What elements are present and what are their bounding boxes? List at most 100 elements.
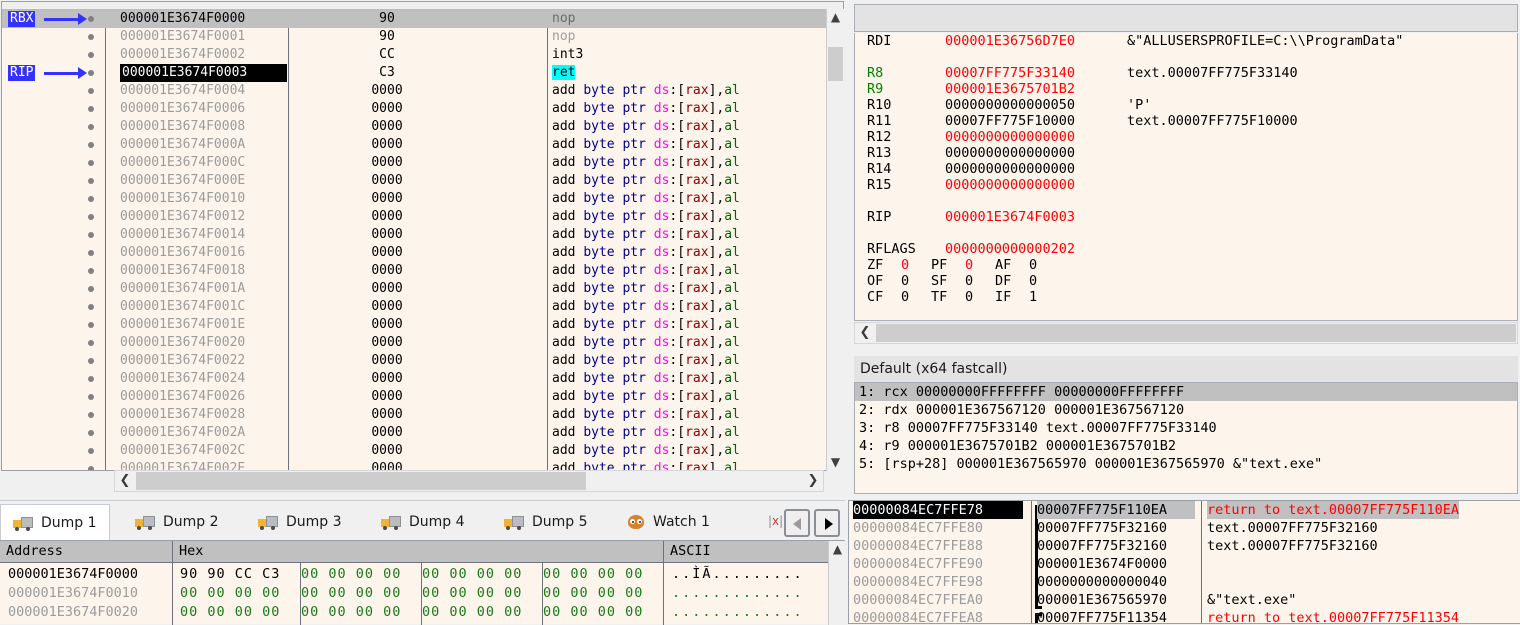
register-row-rip[interactable]: RIP 000001E3674F0003 bbox=[855, 209, 1517, 225]
dump-hex-group[interactable]: 00 00 00 00 bbox=[543, 584, 643, 603]
breakpoint-dot-icon[interactable] bbox=[88, 430, 94, 436]
disassembly-row[interactable]: 000001E3674F0022 0000 add byte ptr ds:[rax… bbox=[2, 352, 828, 370]
register-value[interactable]: 0000000000000050 bbox=[945, 97, 1075, 113]
argument-row[interactable]: 5: [rsp+28] 000001E367565970 000001E3675… bbox=[855, 455, 1517, 473]
register-row-r9[interactable]: R9 000001E3675701B2 bbox=[855, 81, 1517, 97]
stack-rows[interactable]: 00000084EC7FFE78 00007FF775F110EA return t… bbox=[849, 501, 1520, 623]
dump-hex-group[interactable]: 00 00 00 00 bbox=[543, 603, 643, 622]
dump-header-ascii[interactable]: ASCII bbox=[664, 541, 834, 562]
flag-row[interactable]: ZF 0 PF 0 AF 0 bbox=[855, 257, 1517, 273]
dump-tab-watch-1[interactable]: Watch 1 bbox=[615, 504, 722, 540]
dump-hex-group[interactable]: 00 00 00 00 bbox=[543, 565, 643, 584]
disassembly-row[interactable]: 000001E3674F0014 0000 add byte ptr ds:[rax… bbox=[2, 226, 828, 244]
argument-row[interactable]: 3: r8 00007FF775F33140 text.00007FF775F3… bbox=[855, 419, 1517, 437]
breakpoint-dot-icon[interactable] bbox=[88, 160, 94, 166]
argument-row[interactable]: 1: rcx 00000000FFFFFFFF 00000000FFFFFFFF bbox=[855, 383, 1517, 401]
stack-row[interactable]: 00000084EC7FFE80 00007FF775F32160 text.000… bbox=[849, 519, 1520, 537]
disassembly-row[interactable]: 000001E3674F000C 0000 add byte ptr ds:[rax… bbox=[2, 154, 828, 172]
breakpoint-dot-icon[interactable] bbox=[88, 376, 94, 382]
disassembly-row[interactable]: 000001E3674F0008 0000 add byte ptr ds:[rax… bbox=[2, 118, 828, 136]
dump-hex-group[interactable]: 00 00 00 00 bbox=[180, 603, 280, 622]
register-row-r12[interactable]: R12 0000000000000000 bbox=[855, 129, 1517, 145]
breakpoint-dot-icon[interactable] bbox=[88, 124, 94, 130]
rflags-row[interactable]: RFLAGS 0000000000000202 bbox=[855, 241, 1517, 257]
stack-row[interactable]: 00000084EC7FFE90 000001E3674F0000 bbox=[849, 555, 1520, 573]
disassembly-row[interactable]: 000001E3674F001C 0000 add byte ptr ds:[rax… bbox=[2, 298, 828, 316]
register-value[interactable]: 000001E3674F0003 bbox=[945, 209, 1075, 225]
disassembly-row[interactable]: 000001E3674F001E 0000 add byte ptr ds:[rax… bbox=[2, 316, 828, 334]
breakpoint-dot-icon[interactable] bbox=[88, 358, 94, 364]
breakpoint-dot-icon[interactable] bbox=[88, 466, 94, 470]
flag-value-of[interactable]: 0 bbox=[901, 273, 931, 289]
breakpoint-dot-icon[interactable] bbox=[88, 412, 94, 418]
stack-value[interactable]: 00007FF775F11354 bbox=[1037, 609, 1195, 623]
dump-rows[interactable]: 000001E3674F0000 90 90 CC C3 00 00 00 00 00… bbox=[0, 565, 828, 622]
disassembly-vscrollbar[interactable]: ▲ ▼ bbox=[826, 9, 844, 471]
stack-value[interactable]: 000001E367565970 bbox=[1037, 591, 1195, 609]
flag-row[interactable]: CF 0 TF 0 IF 1 bbox=[855, 289, 1517, 305]
breakpoint-dot-icon[interactable] bbox=[88, 268, 94, 274]
disassembly-row[interactable]: 000001E3674F0010 0000 add byte ptr ds:[rax… bbox=[2, 190, 828, 208]
dump-hex-byte-selected[interactable]: 90 bbox=[180, 566, 198, 582]
dump-vscrollbar[interactable]: ▲ bbox=[828, 541, 846, 625]
register-row-r11[interactable]: R11 00007FF775F10000 text.00007FF775F10000 bbox=[855, 113, 1517, 129]
dump-tab-dump-5[interactable]: Dump 5 bbox=[492, 504, 600, 540]
disassembly-row[interactable]: 000001E3674F002C 0000 add byte ptr ds:[rax… bbox=[2, 442, 828, 460]
stack-value[interactable]: 0000000000000040 bbox=[1037, 573, 1195, 591]
flag-value-df[interactable]: 0 bbox=[1029, 273, 1059, 289]
breakpoint-dot-icon[interactable] bbox=[88, 106, 94, 112]
disassembly-row[interactable]: 000001E3674F0026 0000 add byte ptr ds:[rax… bbox=[2, 388, 828, 406]
dump-tab-dump-2[interactable]: Dump 2 bbox=[123, 504, 231, 540]
scroll-right-icon[interactable]: ❯ bbox=[803, 471, 823, 491]
disassembly-row[interactable]: 000001E3674F0001 90 nop bbox=[2, 28, 828, 46]
disassembly-rows[interactable]: 000001E3674F0000 90 nop 000001E3674F0001 90 n… bbox=[2, 10, 828, 470]
dump-hex-group[interactable]: 00 00 00 00 bbox=[301, 565, 401, 584]
flag-value-cf[interactable]: 0 bbox=[901, 289, 931, 305]
breakpoint-dot-icon[interactable] bbox=[88, 250, 94, 256]
dump-row[interactable]: 000001E3674F0020 00 00 00 00 00 00 00 00 00… bbox=[0, 603, 828, 622]
breakpoint-dot-icon[interactable] bbox=[88, 52, 94, 58]
breakpoint-dot-icon[interactable] bbox=[88, 214, 94, 220]
scroll-left-icon[interactable]: ❮ bbox=[115, 471, 135, 491]
stack-row[interactable]: 00000084EC7FFEA0 000001E367565970 &"text.e… bbox=[849, 591, 1520, 609]
vscroll-thumb[interactable] bbox=[828, 47, 843, 81]
disassembly-row[interactable]: 000001E3674F0002 CC int3 bbox=[2, 46, 828, 64]
disassembly-hscrollbar[interactable]: ❮ ❯ bbox=[114, 470, 824, 492]
dump-hex-group[interactable]: 00 00 00 00 bbox=[422, 565, 522, 584]
dump-ascii[interactable]: ..ÌÃ......... bbox=[672, 565, 804, 584]
disassembly-row[interactable]: 000001E3674F0016 0000 add byte ptr ds:[rax… bbox=[2, 244, 828, 262]
dump-tab-dump-1[interactable]: Dump 1 bbox=[0, 504, 110, 540]
stack-value[interactable]: 00007FF775F32160 bbox=[1037, 519, 1195, 537]
dump-ascii[interactable]: ............. bbox=[672, 584, 804, 603]
flag-value-zf[interactable]: 0 bbox=[901, 257, 931, 273]
breakpoint-dot-icon[interactable] bbox=[88, 448, 94, 454]
registers-hscrollbar[interactable]: ❮ bbox=[854, 322, 1518, 344]
dump-scroll-up-icon[interactable]: ▲ bbox=[829, 541, 846, 558]
disassembly-row[interactable]: 000001E3674F000E 0000 add byte ptr ds:[rax… bbox=[2, 172, 828, 190]
disassembly-row[interactable]: 000001E3674F0018 0000 add byte ptr ds:[rax… bbox=[2, 262, 828, 280]
disassembly-row[interactable]: 000001E3674F0028 0000 add byte ptr ds:[rax… bbox=[2, 406, 828, 424]
hscroll-thumb[interactable] bbox=[136, 472, 586, 490]
dump-hex-group[interactable]: 00 00 00 00 bbox=[422, 603, 522, 622]
dump-column-headers[interactable]: Address Hex ASCII bbox=[0, 541, 828, 563]
breakpoint-dot-icon[interactable] bbox=[88, 286, 94, 292]
breakpoint-dot-icon[interactable] bbox=[88, 304, 94, 310]
register-value[interactable]: 0000000000000000 bbox=[945, 161, 1075, 177]
argument-row[interactable]: 2: rdx 000001E367567120 000001E367567120 bbox=[855, 401, 1517, 419]
registers-hscroll-thumb[interactable] bbox=[876, 324, 1516, 342]
register-value[interactable]: 000001E3675701B2 bbox=[945, 81, 1075, 97]
dump-hex-group[interactable]: 00 00 00 00 bbox=[422, 584, 522, 603]
flag-value-tf[interactable]: 0 bbox=[965, 289, 995, 305]
dump-tab-dump-4[interactable]: Dump 4 bbox=[369, 504, 477, 540]
flag-value-af[interactable]: 0 bbox=[1029, 257, 1059, 273]
register-rows[interactable]: RDI 000001E36756D7E0 &"ALLUSERSPROFILE=C:\… bbox=[855, 33, 1517, 241]
disassembly-row[interactable]: 000001E3674F0020 0000 add byte ptr ds:[rax… bbox=[2, 334, 828, 352]
register-row-r15[interactable]: R15 0000000000000000 bbox=[855, 177, 1517, 193]
registers-list[interactable]: RDI 000001E36756D7E0 &"ALLUSERSPROFILE=C:\… bbox=[854, 33, 1518, 321]
stack-row[interactable]: 00000084EC7FFE98 0000000000000040 bbox=[849, 573, 1520, 591]
memory-dump-panel[interactable]: Address Hex ASCII 000001E3674F0000 90 90 … bbox=[0, 540, 846, 625]
registers-scroll-left-icon[interactable]: ❮ bbox=[855, 323, 875, 343]
breakpoint-dot-icon[interactable] bbox=[88, 16, 94, 22]
breakpoint-dot-icon[interactable] bbox=[88, 340, 94, 346]
flag-row[interactable]: OF 0 SF 0 DF 0 bbox=[855, 273, 1517, 289]
